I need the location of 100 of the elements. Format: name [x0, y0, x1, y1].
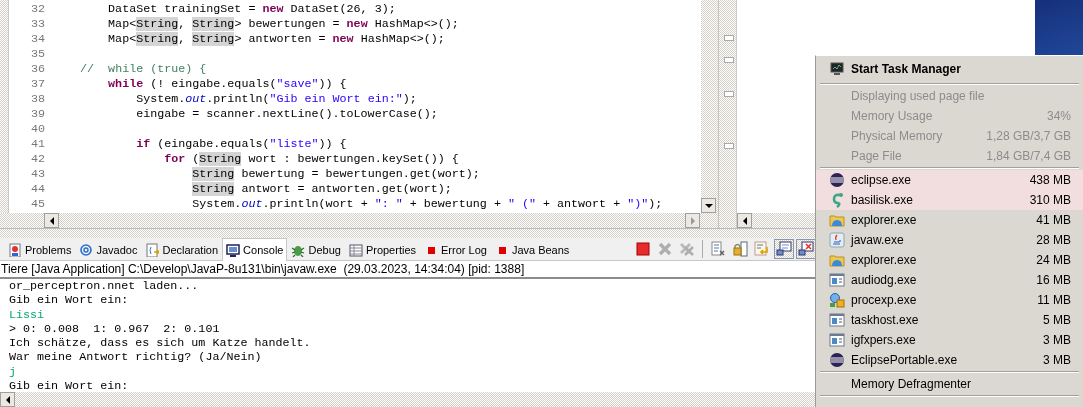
memory-defragmenter-item[interactable]: Memory Defragmenter	[851, 377, 972, 391]
stop-icon	[635, 241, 652, 257]
process-item[interactable]: taskhost.exe 5 MB	[816, 310, 1083, 330]
horizontal-scrollbar[interactable]	[0, 213, 718, 228]
panel-tab[interactable]: Console	[222, 238, 288, 261]
line-number: 33	[29, 17, 45, 32]
process-item[interactable]: explorer.exe 24 MB	[816, 250, 1083, 270]
table-icon	[348, 242, 363, 257]
memory-size: 438 MB	[1029, 173, 1071, 187]
scroll-arrow-button[interactable]	[701, 198, 716, 213]
panel-tab[interactable]: Problems	[4, 238, 76, 260]
process-item[interactable]: audiodg.exe 16 MB	[816, 270, 1083, 290]
console-output-line: Gib ein Wort ein:	[9, 379, 129, 392]
code-line: // while (true) {	[79, 62, 208, 77]
line-number: 42	[29, 152, 45, 167]
info-value: 34%	[1046, 109, 1071, 123]
lock-icon	[732, 241, 749, 257]
process-name: javaw.exe	[851, 233, 904, 247]
memory-size: 310 MB	[1029, 193, 1071, 207]
process-item[interactable]: procexp.exe 11 MB	[816, 290, 1083, 310]
info-label: Page File	[851, 149, 902, 163]
code-line: if (eingabe.equals("liste")) {	[135, 137, 348, 152]
eclipse-logo-icon	[828, 172, 845, 188]
console-input-line: Lissi	[9, 307, 45, 322]
process-name: taskhost.exe	[851, 313, 919, 327]
process-item[interactable]: eclipse.exe 438 MB	[816, 170, 1083, 190]
toolbar-button[interactable]	[796, 239, 817, 259]
declaration-icon	[145, 242, 160, 257]
panel-tab[interactable]: Error Log	[420, 238, 491, 260]
code-line: String bewertung = bewertungen.get(wort);	[191, 167, 481, 182]
app-window-icon	[828, 272, 845, 288]
toolbar-button[interactable]	[730, 239, 751, 259]
monitor-icon	[226, 243, 241, 257]
process-item[interactable]: basilisk.exe 310 MB	[816, 190, 1083, 210]
code-line: System.out.println("Gib ein Wort ein:");	[135, 92, 418, 107]
process-item[interactable]: igfxpers.exe 3 MB	[816, 330, 1083, 350]
line-number: 40	[29, 122, 45, 137]
eclipse-logo-icon	[828, 352, 845, 368]
code-line: while (! eingabe.equals("save")) {	[107, 77, 348, 92]
line-number: 35	[29, 47, 45, 62]
memory-size: 24 MB	[1036, 253, 1071, 267]
line-number: 32	[29, 2, 45, 17]
scroll-arrow-button[interactable]	[737, 213, 752, 228]
console-output-line: Ich schätze, dass es sich um Katze handelt.	[9, 336, 311, 351]
scroll-arrow-button[interactable]	[44, 213, 59, 228]
process-name: procexp.exe	[851, 293, 917, 307]
line-number: 36	[29, 62, 45, 77]
process-name: explorer.exe	[851, 253, 917, 267]
app-window-icon	[828, 332, 845, 348]
memory-size: 3 MB	[1043, 333, 1071, 347]
double-x-icon	[679, 241, 696, 257]
process-item[interactable]: explorer.exe 41 MB	[816, 210, 1083, 230]
code-line: DataSet trainingSet = new DataSet(26, 3);	[107, 2, 397, 17]
toolbar-button[interactable]	[774, 239, 795, 259]
info-label: Memory Usage	[851, 109, 933, 123]
process-name: EclipsePortable.exe	[851, 353, 958, 367]
line-number: 41	[29, 137, 45, 152]
process-name: eclipse.exe	[851, 173, 912, 187]
info-label: Physical Memory	[851, 129, 943, 143]
memory-size: 5 MB	[1043, 313, 1071, 327]
line-number: 45	[29, 197, 45, 212]
code-line: String antwort = antworten.get(wort);	[191, 182, 453, 197]
process-item[interactable]: javaw.exe 28 MB	[816, 230, 1083, 250]
app-window-icon	[828, 312, 845, 328]
scroll-arrow-button[interactable]	[0, 392, 15, 407]
process-name: basilisk.exe	[851, 193, 914, 207]
panel-tab[interactable]: Declaration	[141, 238, 223, 260]
memory-size: 28 MB	[1036, 233, 1071, 247]
monitor-icon	[776, 241, 793, 257]
code-line: Map<String, String> bewertungen = new HashMap<>();	[107, 17, 460, 32]
folder-icon	[828, 212, 845, 228]
panel-tab[interactable]: Java Beans	[490, 238, 574, 260]
memory-size: 11 MB	[1037, 293, 1071, 307]
console-output-line: > 0: 0.008 1: 0.967 2: 0.101	[9, 321, 220, 337]
document-arrow-icon	[754, 241, 771, 257]
console-input-line: j	[9, 364, 16, 380]
code-line: for (String wort : bewertungen.keySet()) {	[163, 152, 460, 167]
line-number: 37	[29, 77, 45, 92]
console-output-line: War meine Antwort richtig? (Ja/Nein)	[9, 350, 262, 365]
vertical-scrollbar[interactable]	[701, 0, 718, 213]
panel-tab[interactable]: Properties	[344, 238, 420, 260]
console-output-line: or_perceptron.nnet laden...	[9, 279, 199, 294]
memory-size: 3 MB	[1043, 353, 1071, 367]
panel-tab[interactable]: Debug	[287, 238, 345, 260]
process-item[interactable]: EclipsePortable.exe 3 MB	[816, 350, 1083, 370]
line-number: 38	[29, 92, 45, 107]
console-output-line: Gib ein Wort ein:	[9, 293, 129, 308]
line-number: 43	[29, 167, 45, 182]
info-value: 1,28 GB/3,7 GB	[986, 129, 1071, 143]
code-line: eingabe = scanner.nextLine().toLowerCase();	[135, 107, 439, 122]
process-name: igfxpers.exe	[851, 333, 916, 347]
line-number: 34	[29, 32, 45, 47]
panel-tab[interactable]: Javadoc	[75, 238, 142, 260]
console-process-title: Tiere [Java Application] C:\Develop\JavaP-8u131\bin\javaw.exe (29.03.2023, 14:34:04) [pid: 1388]	[0, 261, 525, 277]
code-line: System.out.println(wort + ": " + bewertung + " (" + antwort + ")");	[191, 197, 664, 212]
problems-icon	[8, 242, 22, 257]
info-label: Displaying used page file	[851, 89, 985, 103]
folder-icon	[828, 252, 845, 268]
start-task-manager-item[interactable]: Start Task Manager	[851, 62, 1071, 76]
close-icon	[657, 241, 674, 257]
